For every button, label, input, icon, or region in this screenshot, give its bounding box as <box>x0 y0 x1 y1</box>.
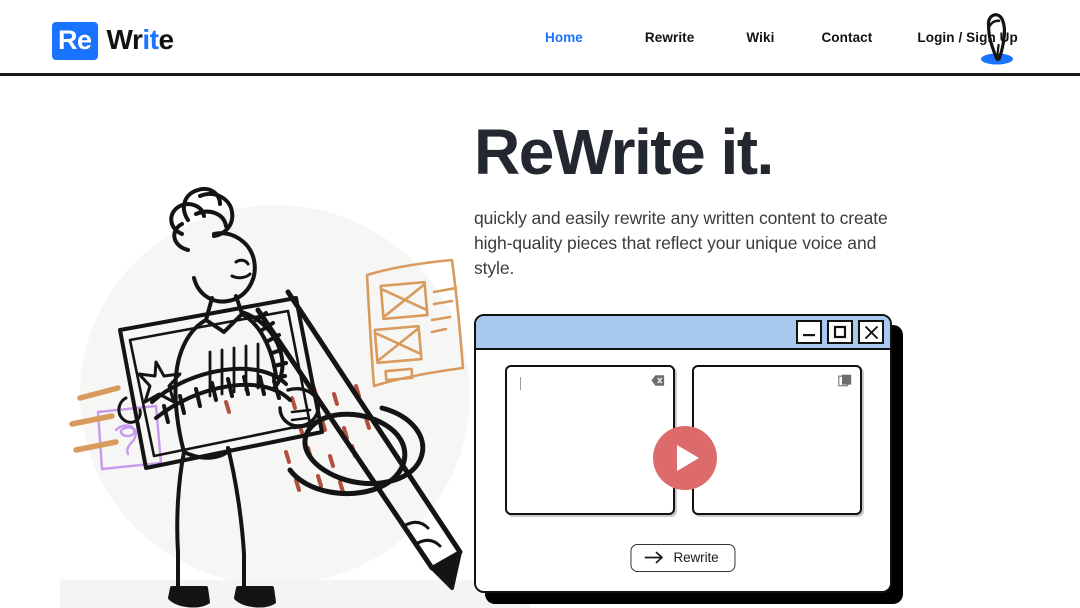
rewrite-button[interactable]: Rewrite <box>630 544 736 572</box>
logo[interactable]: Re Wr it e <box>52 22 174 60</box>
nav-item-wiki[interactable]: Wiki <box>746 30 774 45</box>
logo-text-it: it <box>142 24 159 55</box>
logo-text-wr: Wr <box>106 24 143 55</box>
output-textarea[interactable] <box>691 365 862 515</box>
logo-text-e: e <box>158 24 174 55</box>
arrow-right-icon <box>644 551 663 564</box>
page-title: ReWrite it. <box>474 116 774 188</box>
maximize-button[interactable] <box>827 320 853 344</box>
person-writing-illustration <box>60 187 530 608</box>
window-titlebar <box>476 316 890 350</box>
maximize-icon <box>833 325 847 339</box>
logo-badge: Re <box>52 22 98 60</box>
clear-icon[interactable] <box>650 374 665 387</box>
nav-item-home[interactable]: Home <box>545 30 583 45</box>
input-textarea[interactable] <box>504 365 675 515</box>
main-navigation: Home Rewrite Wiki Contact Login / Sign U… <box>545 30 1018 45</box>
copy-icon[interactable] <box>837 374 852 387</box>
nav-item-rewrite[interactable]: Rewrite <box>645 30 694 45</box>
hero-subtitle: quickly and easily rewrite any written c… <box>474 208 888 279</box>
landing-page: Re Wr it e Home Rewrite Wiki Contact Log… <box>0 0 1080 608</box>
pen-icon <box>981 13 1013 65</box>
rewrite-button-label: Rewrite <box>673 550 719 565</box>
minimize-button[interactable] <box>796 320 822 344</box>
minimize-icon <box>803 334 815 337</box>
text-caret <box>519 377 521 390</box>
site-header: Re Wr it e Home Rewrite Wiki Contact Log… <box>0 0 1080 76</box>
close-icon <box>864 325 878 339</box>
nav-item-contact[interactable]: Contact <box>821 30 872 45</box>
close-button[interactable] <box>858 320 884 344</box>
play-button[interactable] <box>653 426 717 490</box>
play-triangle-icon <box>677 445 699 471</box>
